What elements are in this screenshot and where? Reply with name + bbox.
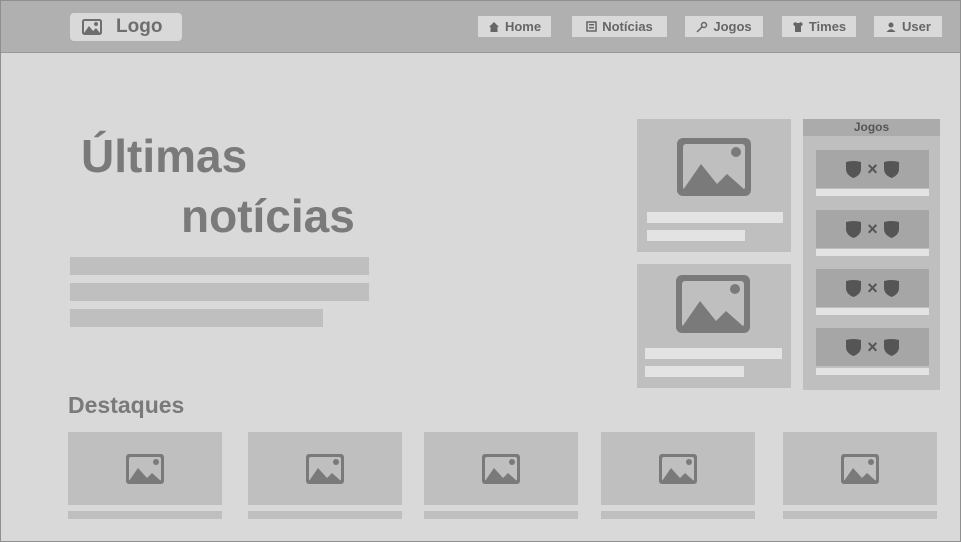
versus-label: ×	[867, 336, 878, 357]
nav-home-label: Home	[504, 19, 542, 34]
nav-user-button[interactable]: User	[874, 16, 942, 37]
match-item[interactable]: ×	[816, 269, 929, 307]
image-icon	[677, 138, 751, 196]
text-placeholder-line	[645, 348, 782, 359]
image-icon	[126, 453, 164, 484]
nav-jogos-button[interactable]: Jogos	[685, 16, 763, 37]
text-placeholder-line	[816, 189, 929, 196]
section-title-destaques: Destaques	[68, 392, 185, 418]
text-placeholder-line	[68, 511, 222, 519]
text-placeholder-line	[70, 283, 369, 301]
shield-icon	[846, 279, 862, 297]
highlight-card[interactable]	[424, 432, 578, 505]
logo-text: Logo	[116, 16, 163, 37]
ball-icon	[696, 21, 708, 33]
newspaper-icon	[586, 21, 597, 32]
shield-icon	[846, 220, 862, 238]
text-placeholder-line	[647, 230, 745, 241]
match-item[interactable]: ×	[816, 150, 929, 188]
hero-title-line2: notícias	[181, 190, 355, 242]
shield-icon	[883, 279, 899, 297]
versus-label: ×	[867, 277, 878, 298]
versus-label: ×	[867, 158, 878, 179]
text-placeholder-line	[248, 511, 402, 519]
user-icon	[886, 22, 896, 32]
news-card[interactable]	[637, 119, 791, 252]
games-panel: Jogos × × × ×	[803, 119, 940, 390]
nav-user-label: User	[902, 19, 931, 34]
nav-times-label: Times	[808, 19, 847, 34]
shirt-icon	[792, 21, 803, 32]
logo[interactable]: Logo	[70, 13, 182, 41]
image-icon	[82, 19, 102, 35]
text-placeholder-line	[816, 308, 929, 315]
image-icon	[482, 453, 520, 484]
versus-label: ×	[867, 218, 878, 239]
text-placeholder-line	[816, 249, 929, 256]
match-item[interactable]: ×	[816, 328, 929, 366]
shield-icon	[883, 338, 899, 356]
games-panel-title: Jogos	[803, 119, 940, 136]
page-frame: Logo Home Notícias Jogos Times User Últi…	[0, 0, 961, 542]
shield-icon	[846, 160, 862, 178]
nav-noticias-label: Notícias	[602, 19, 653, 34]
hero-title-line1: Últimas	[81, 130, 248, 182]
highlight-card[interactable]	[68, 432, 222, 505]
shield-icon	[883, 160, 899, 178]
nav-jogos-label: Jogos	[713, 19, 752, 34]
match-item[interactable]: ×	[816, 210, 929, 248]
image-icon	[676, 275, 750, 333]
nav-times-button[interactable]: Times	[782, 16, 856, 37]
text-placeholder-line	[601, 511, 755, 519]
text-placeholder-line	[783, 511, 937, 519]
image-icon	[659, 453, 697, 484]
image-icon	[306, 453, 344, 484]
highlight-card[interactable]	[601, 432, 755, 505]
news-card[interactable]	[637, 264, 791, 388]
text-placeholder-line	[647, 212, 783, 223]
nav-noticias-button[interactable]: Notícias	[572, 16, 667, 37]
highlight-card[interactable]	[783, 432, 937, 505]
text-placeholder-line	[424, 511, 578, 519]
shield-icon	[846, 338, 862, 356]
image-icon	[841, 453, 879, 484]
text-placeholder-line	[70, 257, 369, 275]
highlight-card[interactable]	[248, 432, 402, 505]
shield-icon	[883, 220, 899, 238]
navbar: Logo Home Notícias Jogos Times User	[1, 1, 960, 53]
text-placeholder-line	[816, 368, 929, 375]
home-icon	[488, 21, 499, 32]
text-placeholder-line	[645, 366, 744, 377]
text-placeholder-line	[70, 309, 323, 327]
nav-home-button[interactable]: Home	[478, 16, 551, 37]
